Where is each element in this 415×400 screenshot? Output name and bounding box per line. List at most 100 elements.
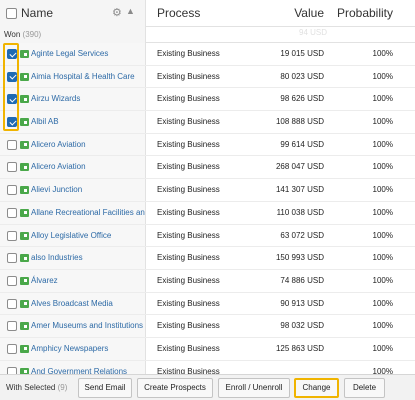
process-cell: Existing Business [157,298,220,308]
name-cell: Airzu Wizards [0,88,146,111]
opportunity-tag-icon [20,118,29,127]
value-cell: 141 307 USD [275,185,324,195]
process-cell: Existing Business [157,71,220,81]
opportunity-name-link[interactable]: Alves Broadcast Media [31,299,113,308]
name-cell: Aginte Legal Services [0,43,146,65]
name-cell: Aimia Hospital & Health Care [0,65,146,88]
opportunity-name-link[interactable]: Alloy Legislative Office [31,231,111,240]
opportunity-name-link[interactable]: Aimia Hospital & Health Care [31,72,135,81]
table-row[interactable]: Airzu Wizards Existing Business 98 626 USD… [0,88,415,112]
opportunity-tag-icon [20,344,29,353]
table-row[interactable]: Alicero Aviation Existing Business 99 614 … [0,133,415,157]
row-checkbox[interactable] [7,117,17,128]
process-cell: Existing Business [157,49,220,58]
value-cell: 150 993 USD [275,253,324,263]
change-button[interactable]: Change [294,378,339,398]
opportunity-tag-icon [20,50,29,58]
probability-cell: 100% [372,298,393,308]
opportunity-name-link[interactable]: Aginte Legal Services [31,49,108,58]
row-checkbox[interactable] [7,162,17,173]
opportunity-tag-icon [20,322,29,331]
process-column-label[interactable]: Process [157,6,200,20]
value-cell: 98 626 USD [280,94,324,104]
opportunity-tag-icon [20,299,29,308]
probability-cell: 100% [372,230,393,240]
sort-asc-icon[interactable]: ▲ [126,6,135,16]
group-label: Won (390) [4,30,42,39]
name-column-label[interactable]: Name [21,6,53,20]
row-checkbox[interactable] [7,321,17,332]
row-checkbox[interactable] [7,343,17,354]
opportunity-tag-icon [20,95,29,104]
value-cell: 98 032 USD [280,321,324,331]
send-email-button[interactable]: Send Email [78,378,132,398]
probability-column-label[interactable]: Probability [330,6,393,20]
opportunity-name-link[interactable]: Albil AB [31,117,59,126]
opportunity-tag-icon [20,186,29,195]
process-cell: Existing Business [157,275,220,285]
table-row[interactable]: Alloy Legislative Office Existing Busines… [0,224,415,248]
row-checkbox[interactable] [7,71,17,82]
row-checkbox[interactable] [7,185,17,196]
group-row-won[interactable]: Won (390) 94 USD [0,27,415,43]
process-cell: Existing Business [157,207,220,217]
table-row[interactable]: Álvarez Existing Business 74 886 USD 100% [0,269,415,293]
row-checkbox[interactable] [7,207,17,218]
process-cell: Existing Business [157,139,220,149]
table-row[interactable]: Amphicy Newspapers Existing Business 125 8… [0,337,415,361]
probability-cell: 100% [372,253,393,263]
row-checkbox[interactable] [7,253,17,264]
table-row[interactable]: Aimia Hospital & Health Care Existing Bus… [0,65,415,89]
value-column-label[interactable]: Value [250,6,324,20]
table-row[interactable]: Alves Broadcast Media Existing Business 90… [0,292,415,316]
name-column-header[interactable]: Name ⚙ ▲ [0,0,146,27]
process-cell: Existing Business [157,253,220,263]
process-cell: Existing Business [157,185,220,195]
delete-button[interactable]: Delete [344,378,385,398]
bulk-action-bar: With Selected (9) Send Email Create Pros… [0,374,415,400]
table-row[interactable]: Allane Recreational Facilities and Servi… [0,201,415,225]
probability-cell: 100% [372,94,393,104]
name-cell: also Industries [0,247,146,269]
name-cell: Alievi Junction [0,179,146,201]
table-row[interactable]: also Industries Existing Business 150 993 … [0,247,415,270]
name-cell: Alves Broadcast Media [0,292,146,315]
row-checkbox[interactable] [7,94,17,105]
name-cell: Amphicy Newspapers [0,337,146,360]
row-checkbox[interactable] [7,49,17,59]
table-row[interactable]: Alievi Junction Existing Business 141 307 … [0,179,415,202]
table-row[interactable]: Amer Museums and Institutions Existing Bu… [0,315,415,338]
name-cell: Allane Recreational Facilities and Servi… [0,201,146,224]
row-checkbox[interactable] [7,139,17,150]
value-cell: 74 886 USD [280,275,324,285]
table-row[interactable]: Alicero Aviation Existing Business 268 047… [0,156,415,180]
table-row[interactable]: Albil AB Existing Business 108 888 USD 100% [0,111,415,134]
opportunity-tag-icon [20,72,29,81]
row-checkbox[interactable] [7,275,17,286]
opportunity-name-link[interactable]: Alicero Aviation [31,140,86,149]
name-cell: Amer Museums and Institutions [0,315,146,337]
select-all-checkbox[interactable] [6,8,17,19]
opportunity-name-link[interactable]: also Industries [31,253,83,262]
process-cell: Existing Business [157,162,220,172]
opportunity-name-link[interactable]: Allane Recreational Facilities and Servi… [31,208,145,217]
value-cell: 268 047 USD [275,162,324,172]
value-cell: 110 038 USD [276,207,324,217]
table-row[interactable]: Aginte Legal Services Existing Business 19… [0,43,415,66]
row-checkbox[interactable] [7,230,17,241]
opportunity-name-link[interactable]: Alicero Aviation [31,162,86,171]
opportunity-name-link[interactable]: Amphicy Newspapers [31,344,108,353]
probability-cell: 100% [372,162,393,172]
probability-cell: 100% [372,275,393,285]
create-prospects-button[interactable]: Create Prospects [137,378,213,398]
opportunity-name-link[interactable]: Amer Museums and Institutions [31,321,143,330]
row-checkbox[interactable] [7,298,17,309]
gear-icon[interactable]: ⚙ [112,6,122,19]
probability-cell: 100% [372,49,393,58]
opportunity-name-link[interactable]: Álvarez [31,276,58,285]
opportunity-name-link[interactable]: Alievi Junction [31,185,82,194]
enroll-unenroll-button[interactable]: Enroll / Unenroll [218,378,290,398]
opportunity-name-link[interactable]: Airzu Wizards [31,94,80,103]
process-cell: Existing Business [157,343,220,353]
opportunity-tag-icon [20,140,29,149]
